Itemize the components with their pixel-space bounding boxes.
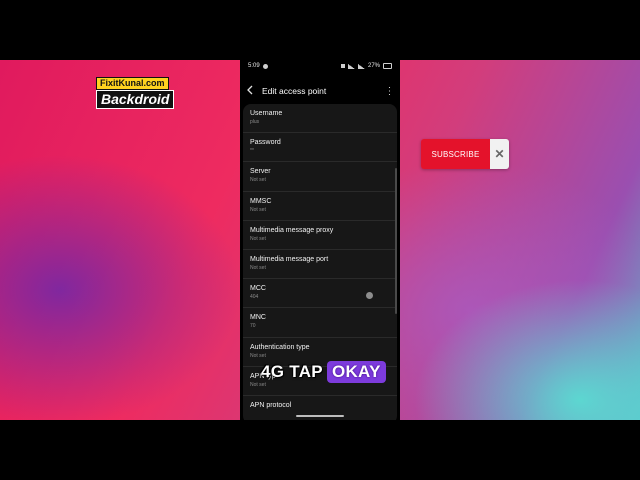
status-time: 5:09 <box>248 63 260 69</box>
field-username[interactable]: Username plus <box>243 104 397 134</box>
field-server[interactable]: Server Not set <box>243 162 397 192</box>
wifi-icon <box>347 63 355 69</box>
field-mms-proxy[interactable]: Multimedia message proxy Not set <box>243 221 397 250</box>
subscribe-banner[interactable]: SUBSCRIBE ✕ <box>421 139 509 169</box>
caption-highlight: OKAY <box>326 361 386 383</box>
back-arrow-icon[interactable] <box>246 85 262 97</box>
field-password[interactable]: Password ** <box>243 133 397 163</box>
field-mmsc[interactable]: MMSC Not set <box>243 192 397 221</box>
field-mcc[interactable]: MCC 404 <box>243 279 397 309</box>
app-bar: Edit access point ⋮ <box>240 80 400 102</box>
field-mnc[interactable]: MNC 70 <box>243 308 397 338</box>
scrollbar[interactable] <box>395 168 397 314</box>
status-bar: 5:09 27% <box>240 60 400 72</box>
channel-logo: FixitKunal.com Backdroid <box>96 73 175 109</box>
logo-site: FixitKunal.com <box>96 77 169 90</box>
battery-icon <box>383 63 392 69</box>
page-title: Edit access point <box>262 86 327 96</box>
alarm-icon <box>340 64 345 68</box>
close-icon[interactable]: ✕ <box>490 139 509 169</box>
home-gesture-bar[interactable] <box>296 415 344 417</box>
signal-icon <box>357 63 365 69</box>
field-mms-port[interactable]: Multimedia message port Not set <box>243 250 397 280</box>
battery-percent: 27% <box>367 63 380 69</box>
video-caption: 4G TAP OKAY <box>261 359 386 385</box>
more-options-icon[interactable]: ⋮ <box>384 86 395 97</box>
notification-icon <box>262 63 268 69</box>
subscribe-button[interactable]: SUBSCRIBE <box>421 139 490 169</box>
logo-name: Backdroid <box>96 90 175 109</box>
caption-text: 4G TAP <box>261 362 323 381</box>
